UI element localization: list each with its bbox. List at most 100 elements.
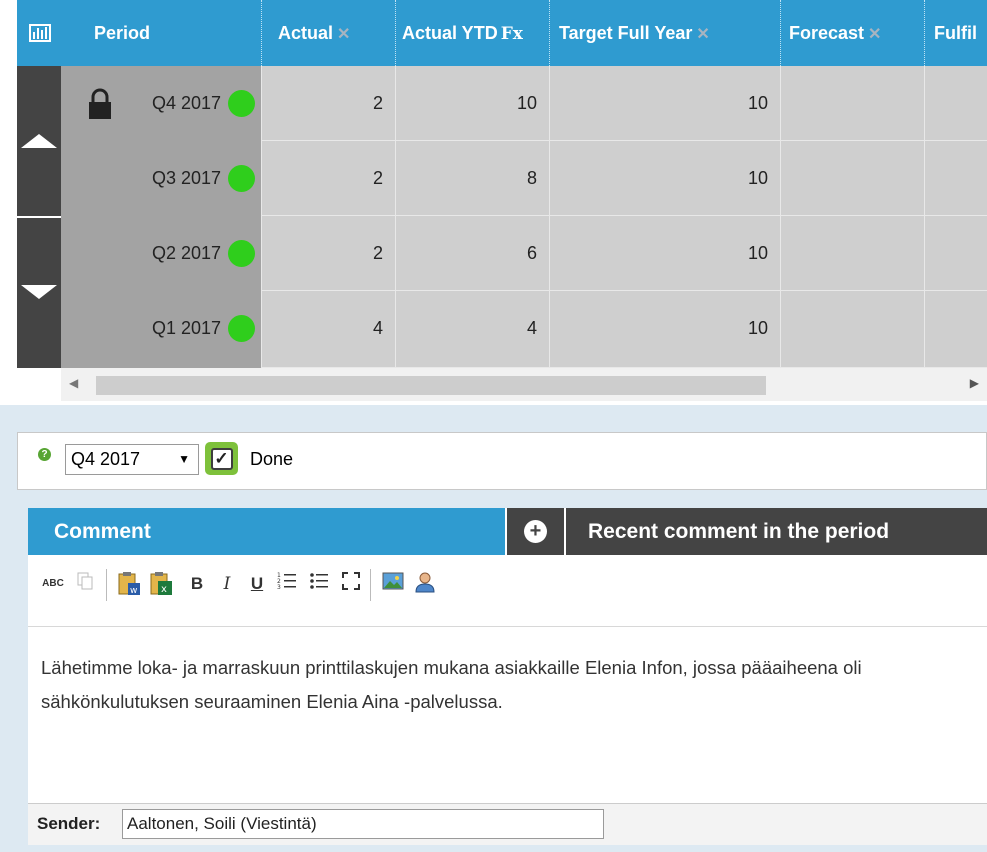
scroll-left-icon[interactable]: ◀ xyxy=(69,376,78,390)
period-select-value: Q4 2017 xyxy=(71,449,141,469)
editor-toolbar: ABC w x B I U 123 xyxy=(28,555,987,627)
kpi-grid: Period Actual ✕ Actual YTD Fx Target Full … xyxy=(17,0,987,401)
tab-recent-comment[interactable]: Recent comment in the period xyxy=(566,508,987,555)
cell-target[interactable]: 10 xyxy=(549,141,780,216)
arrow-down-icon xyxy=(21,285,57,299)
check-icon: ✓ xyxy=(210,447,233,470)
period-cell[interactable]: Q4 2017 xyxy=(61,66,261,141)
comment-text[interactable]: Lähetimme loka- ja marraskuun printtilas… xyxy=(41,651,971,719)
period-cell[interactable]: Q1 2017 xyxy=(61,291,261,368)
table-row[interactable]: Q2 2017 2 6 10 xyxy=(61,216,987,291)
bulleted-list-icon[interactable] xyxy=(306,571,332,597)
cell-forecast[interactable] xyxy=(780,216,924,291)
cell-forecast[interactable] xyxy=(780,141,924,216)
column-header-forecast[interactable]: Forecast ✕ xyxy=(780,0,924,66)
cell-forecast[interactable] xyxy=(780,291,924,368)
sender-label: Sender: xyxy=(37,814,101,833)
image-icon[interactable] xyxy=(380,571,406,597)
svg-text:x: x xyxy=(161,584,167,595)
table-row[interactable]: Q1 2017 4 4 10 xyxy=(61,291,987,368)
add-comment-button[interactable]: + xyxy=(505,508,566,555)
table-row[interactable]: Q3 2017 2 8 10 xyxy=(61,141,987,216)
cell-actual[interactable]: 2 xyxy=(261,141,395,216)
arrow-up-icon xyxy=(21,134,57,148)
cell-target[interactable]: 10 xyxy=(549,66,780,141)
cell-fulfil[interactable] xyxy=(924,216,987,291)
row-navigation xyxy=(17,66,61,368)
column-label: Actual xyxy=(278,23,334,43)
table-row[interactable]: Q4 2017 2 10 10 xyxy=(61,66,987,141)
svg-text:w: w xyxy=(130,586,137,596)
cell-actual[interactable]: 4 xyxy=(261,291,395,368)
chart-icon[interactable] xyxy=(17,0,61,66)
period-label: Q1 2017 xyxy=(151,318,221,338)
column-label: Target Full Year xyxy=(559,23,693,43)
comment-tabs: Comment + Recent comment in the period xyxy=(28,508,987,555)
cell-actual-ytd[interactable]: 6 xyxy=(395,216,549,291)
toolbar-separator xyxy=(370,569,371,601)
period-select[interactable]: Q4 2017 ▼ xyxy=(65,444,199,475)
status-indicator xyxy=(228,315,255,342)
column-label: Actual YTD xyxy=(402,23,498,43)
bold-icon[interactable]: B xyxy=(184,571,210,597)
formula-icon[interactable]: Fx xyxy=(501,1,523,66)
column-header-actual-ytd[interactable]: Actual YTD Fx xyxy=(395,0,549,66)
cell-actual-ytd[interactable]: 4 xyxy=(395,291,549,368)
comment-editor[interactable]: ABC w x B I U 123 Lähetimme loka- ja mar… xyxy=(28,555,987,845)
numbered-list-icon[interactable]: 123 xyxy=(274,571,300,597)
pin-disabled-icon[interactable]: ✕ xyxy=(337,2,350,66)
cell-fulfil[interactable] xyxy=(924,66,987,141)
column-label: Period xyxy=(94,23,151,43)
status-indicator xyxy=(228,90,255,117)
plus-icon: + xyxy=(524,520,547,543)
status-indicator xyxy=(228,165,255,192)
cell-target[interactable]: 10 xyxy=(549,216,780,291)
tab-comment[interactable]: Comment xyxy=(28,508,505,555)
pin-disabled-icon[interactable]: ✕ xyxy=(868,2,881,66)
toolbar-separator xyxy=(106,569,107,601)
cell-fulfil[interactable] xyxy=(924,291,987,368)
sender-input[interactable] xyxy=(122,809,604,839)
column-label: Fulfil xyxy=(934,23,977,43)
cell-fulfil[interactable] xyxy=(924,141,987,216)
cell-actual[interactable]: 2 xyxy=(261,66,395,141)
column-header-target[interactable]: Target Full Year ✕ xyxy=(549,0,780,66)
lock-icon xyxy=(89,88,111,119)
done-label: Done xyxy=(250,449,294,469)
period-cell[interactable]: Q2 2017 xyxy=(61,216,261,291)
paste-excel-icon[interactable]: x xyxy=(148,571,174,597)
cell-actual[interactable]: 2 xyxy=(261,216,395,291)
fullscreen-icon[interactable] xyxy=(338,571,364,597)
paste-word-icon[interactable]: w xyxy=(116,571,142,597)
cell-target[interactable]: 10 xyxy=(549,291,780,368)
help-icon[interactable]: ? xyxy=(38,448,51,461)
period-bar: ? Q4 2017 ▼ ✓ Done xyxy=(17,432,987,490)
grid-header: Period Actual ✕ Actual YTD Fx Target Full … xyxy=(17,0,987,66)
period-cell[interactable]: Q3 2017 xyxy=(61,141,261,216)
column-label: Forecast xyxy=(789,23,865,43)
column-header-actual[interactable]: Actual ✕ xyxy=(261,0,395,66)
horizontal-scrollbar[interactable]: ◀ ▶ xyxy=(61,368,987,401)
chevron-down-icon: ▼ xyxy=(178,452,190,466)
pin-disabled-icon[interactable]: ✕ xyxy=(696,2,709,66)
status-indicator xyxy=(228,240,255,267)
underline-icon[interactable]: U xyxy=(244,571,270,597)
period-label: Q2 2017 xyxy=(151,243,221,263)
svg-text:3: 3 xyxy=(277,584,281,591)
column-header-fulfil[interactable]: Fulfil xyxy=(924,0,987,66)
scroll-right-icon[interactable]: ▶ xyxy=(970,376,979,390)
cell-actual-ytd[interactable]: 10 xyxy=(395,66,549,141)
cell-actual-ytd[interactable]: 8 xyxy=(395,141,549,216)
copy-icon[interactable] xyxy=(72,571,98,597)
scrollbar-thumb[interactable] xyxy=(96,376,766,395)
italic-icon[interactable]: I xyxy=(214,571,240,597)
comment-panel: ? Q4 2017 ▼ ✓ Done Comment + Recent comm… xyxy=(0,405,987,852)
scroll-down-button[interactable] xyxy=(17,216,61,366)
cell-forecast[interactable] xyxy=(780,66,924,141)
spellcheck-icon[interactable]: ABC xyxy=(40,571,66,597)
done-checkbox[interactable]: ✓ xyxy=(205,442,238,475)
column-header-period[interactable]: Period xyxy=(61,0,261,66)
user-icon[interactable] xyxy=(412,571,438,597)
scroll-up-button[interactable] xyxy=(17,66,61,216)
period-label: Q4 2017 xyxy=(151,93,221,113)
